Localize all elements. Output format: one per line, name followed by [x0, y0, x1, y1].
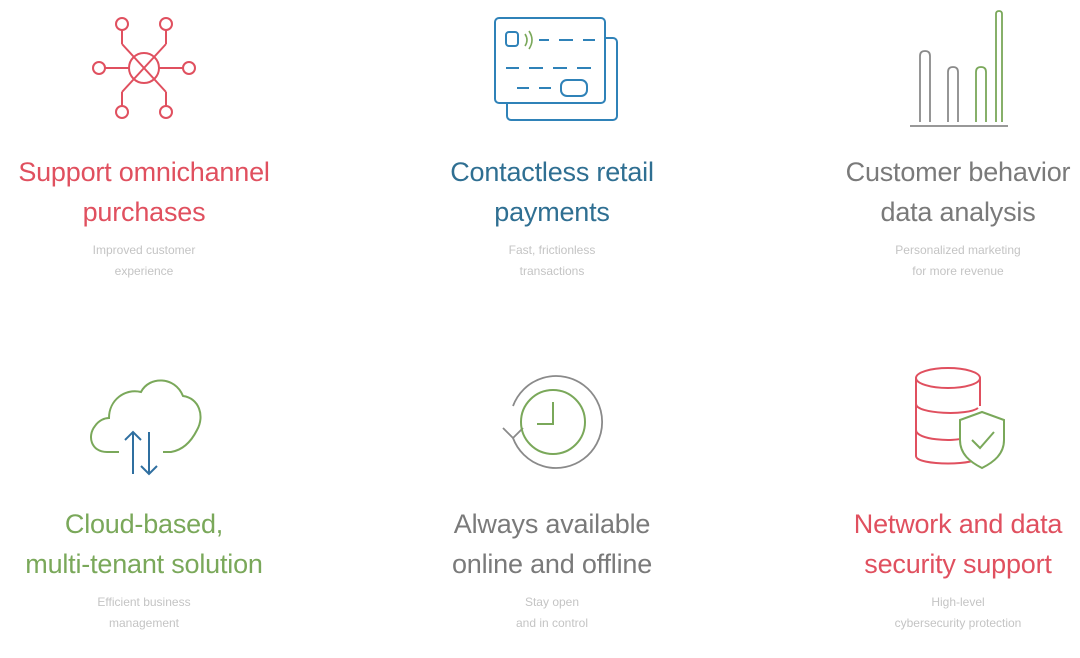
title-line: Network and data — [853, 509, 1063, 539]
feature-title: Contactless retail payments — [372, 152, 732, 232]
subtitle-line: Stay open — [524, 595, 580, 609]
title-line: data analysis — [880, 197, 1036, 227]
subtitle-line: cybersecurity protection — [894, 616, 1022, 630]
credit-cards-icon — [494, 17, 618, 121]
features-grid: Support omnichannel purchases Improved c… — [0, 0, 1080, 658]
feature-title: Cloud-based, multi-tenant solution — [0, 504, 324, 584]
feature-subtitle: Fast, frictionless transactions — [372, 240, 732, 282]
subtitle-line: management — [108, 616, 180, 630]
feature-network-security: Network and data security support High-l… — [778, 362, 1080, 634]
title-line: Customer behavior — [845, 157, 1071, 187]
feature-title: Always available online and offline — [372, 504, 732, 584]
cloud-sync-icon — [90, 379, 202, 476]
subtitle-line: High-level — [931, 595, 985, 609]
database-shield-icon — [915, 367, 1005, 470]
title-line: online and offline — [451, 549, 653, 579]
title-line: payments — [494, 197, 610, 227]
feature-contactless-payments: Contactless retail payments Fast, fricti… — [372, 10, 732, 282]
title-line: purchases — [82, 197, 206, 227]
feature-title: Support omnichannel purchases — [0, 152, 324, 232]
feature-always-available: Always available online and offline Stay… — [372, 362, 732, 634]
title-line: security support — [864, 549, 1052, 579]
feature-subtitle: Efficient business management — [0, 592, 324, 634]
feature-subtitle: Improved customer experience — [0, 240, 324, 282]
subtitle-line: Efficient business — [97, 595, 191, 609]
feature-subtitle: Stay open and in control — [372, 592, 732, 634]
subtitle-line: Fast, frictionless — [508, 243, 596, 257]
clock-refresh-icon — [502, 375, 604, 469]
feature-subtitle: Personalized marketing for more revenue — [778, 240, 1080, 282]
subtitle-line: for more revenue — [912, 264, 1004, 278]
subtitle-line: and in control — [515, 616, 589, 630]
network-hub-icon — [92, 17, 196, 119]
feature-omnichannel: Support omnichannel purchases Improved c… — [0, 10, 324, 282]
title-line: Cloud-based, — [64, 509, 224, 539]
title-line: Always available — [453, 509, 651, 539]
bar-chart-icon — [910, 10, 1008, 127]
title-line: multi-tenant solution — [25, 549, 263, 579]
subtitle-line: Personalized marketing — [895, 243, 1021, 257]
subtitle-line: Improved customer — [92, 243, 196, 257]
title-line: Support omnichannel — [18, 157, 270, 187]
feature-subtitle: High-level cybersecurity protection — [778, 592, 1080, 634]
feature-customer-behavior: Customer behavior data analysis Personal… — [778, 10, 1080, 282]
title-line: Contactless retail — [450, 157, 654, 187]
feature-title: Customer behavior data analysis — [778, 152, 1080, 232]
subtitle-line: experience — [114, 264, 174, 278]
subtitle-line: transactions — [519, 264, 585, 278]
feature-title: Network and data security support — [778, 504, 1080, 584]
feature-cloud-based: Cloud-based, multi-tenant solution Effic… — [0, 362, 324, 634]
